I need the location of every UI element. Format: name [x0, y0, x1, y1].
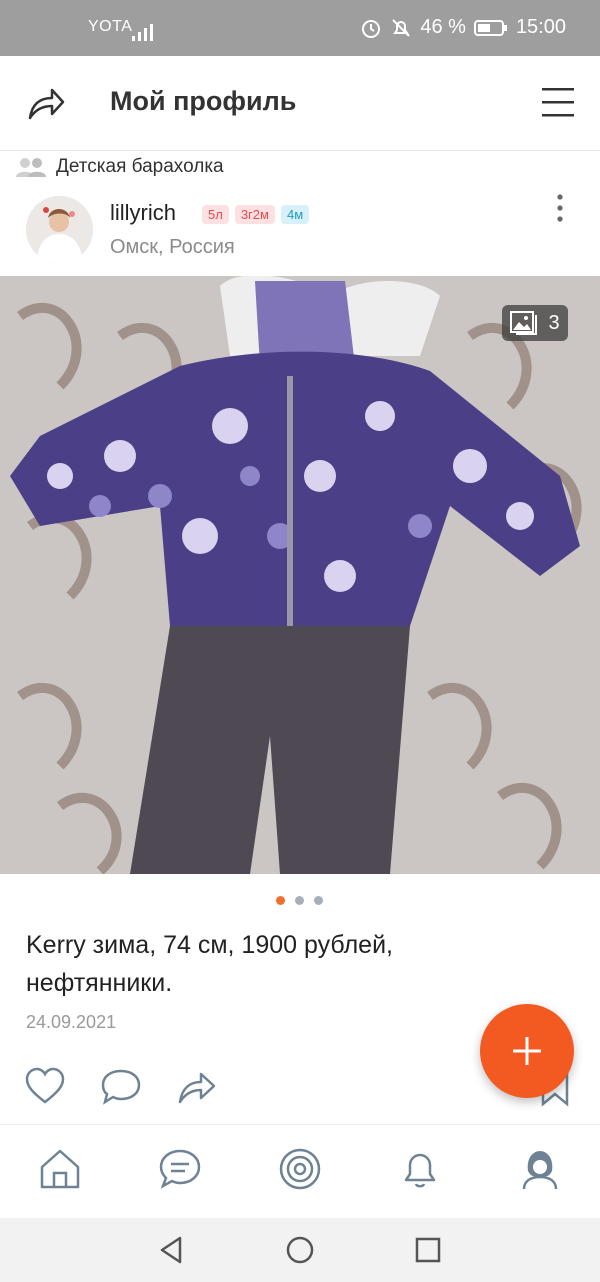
discussions-icon[interactable] [278, 1147, 322, 1191]
comment-icon[interactable] [100, 1066, 142, 1108]
hamburger-menu-icon[interactable] [540, 86, 576, 118]
battery-percent: 46 % [420, 16, 466, 38]
pager-dot[interactable] [295, 896, 304, 905]
photo-pager [276, 896, 323, 905]
author-badges: 5л 3г2м 4м [202, 205, 310, 224]
group-link[interactable]: Детская барахолка [14, 152, 224, 182]
post-text: Kerry зима, 74 см, 1900 рублей, нефтянни… [26, 931, 393, 997]
post-date: 24.09.2021 [26, 1012, 117, 1032]
pager-dot-active[interactable] [276, 896, 285, 905]
recents-icon[interactable] [412, 1234, 444, 1266]
messages-icon[interactable] [158, 1147, 202, 1191]
photo-counter[interactable]: 3 [502, 305, 568, 341]
add-button[interactable] [480, 1004, 574, 1098]
photo-image [0, 276, 600, 874]
avatar-image [26, 196, 93, 263]
pager-dot[interactable] [314, 896, 323, 905]
mute-bell-icon [392, 18, 411, 37]
group-people-icon [16, 158, 46, 177]
home-circle-icon[interactable] [284, 1234, 316, 1266]
page-title: Мой профиль [110, 86, 297, 116]
status-right: 46 % 15:00 [360, 16, 566, 39]
group-name: Детская барахолка [56, 156, 224, 177]
badge: 4м [280, 205, 310, 224]
share-icon[interactable] [176, 1066, 218, 1108]
badge: 5л [202, 205, 229, 224]
battery-icon [473, 19, 507, 36]
alarm-icon [362, 19, 381, 38]
image-gallery-icon [510, 311, 538, 335]
profile-icon[interactable] [518, 1147, 562, 1191]
avatar[interactable] [26, 196, 93, 263]
heart-icon[interactable] [24, 1066, 66, 1108]
plus-icon [513, 1037, 541, 1065]
clock: 15:00 [515, 16, 566, 38]
author-location: Омск, Россия [110, 236, 235, 258]
system-nav-bar [0, 1218, 600, 1282]
status-bar: YOTA 46 % 15:00 [0, 0, 600, 56]
author-name[interactable]: lillyrich [110, 200, 176, 226]
photo-count: 3 [548, 311, 560, 334]
notifications-icon[interactable] [398, 1147, 442, 1191]
bottom-nav [0, 1124, 600, 1219]
share-arrow-icon[interactable] [26, 86, 66, 122]
back-icon[interactable] [156, 1234, 188, 1266]
badge: 3г2м [234, 205, 275, 224]
more-vertical-icon[interactable] [552, 192, 568, 226]
post-photo[interactable] [0, 276, 600, 874]
home-icon[interactable] [38, 1147, 82, 1191]
app-header: Мой профиль [0, 56, 600, 151]
carrier-label: YOTA [88, 18, 133, 35]
signal-icon [132, 24, 153, 41]
